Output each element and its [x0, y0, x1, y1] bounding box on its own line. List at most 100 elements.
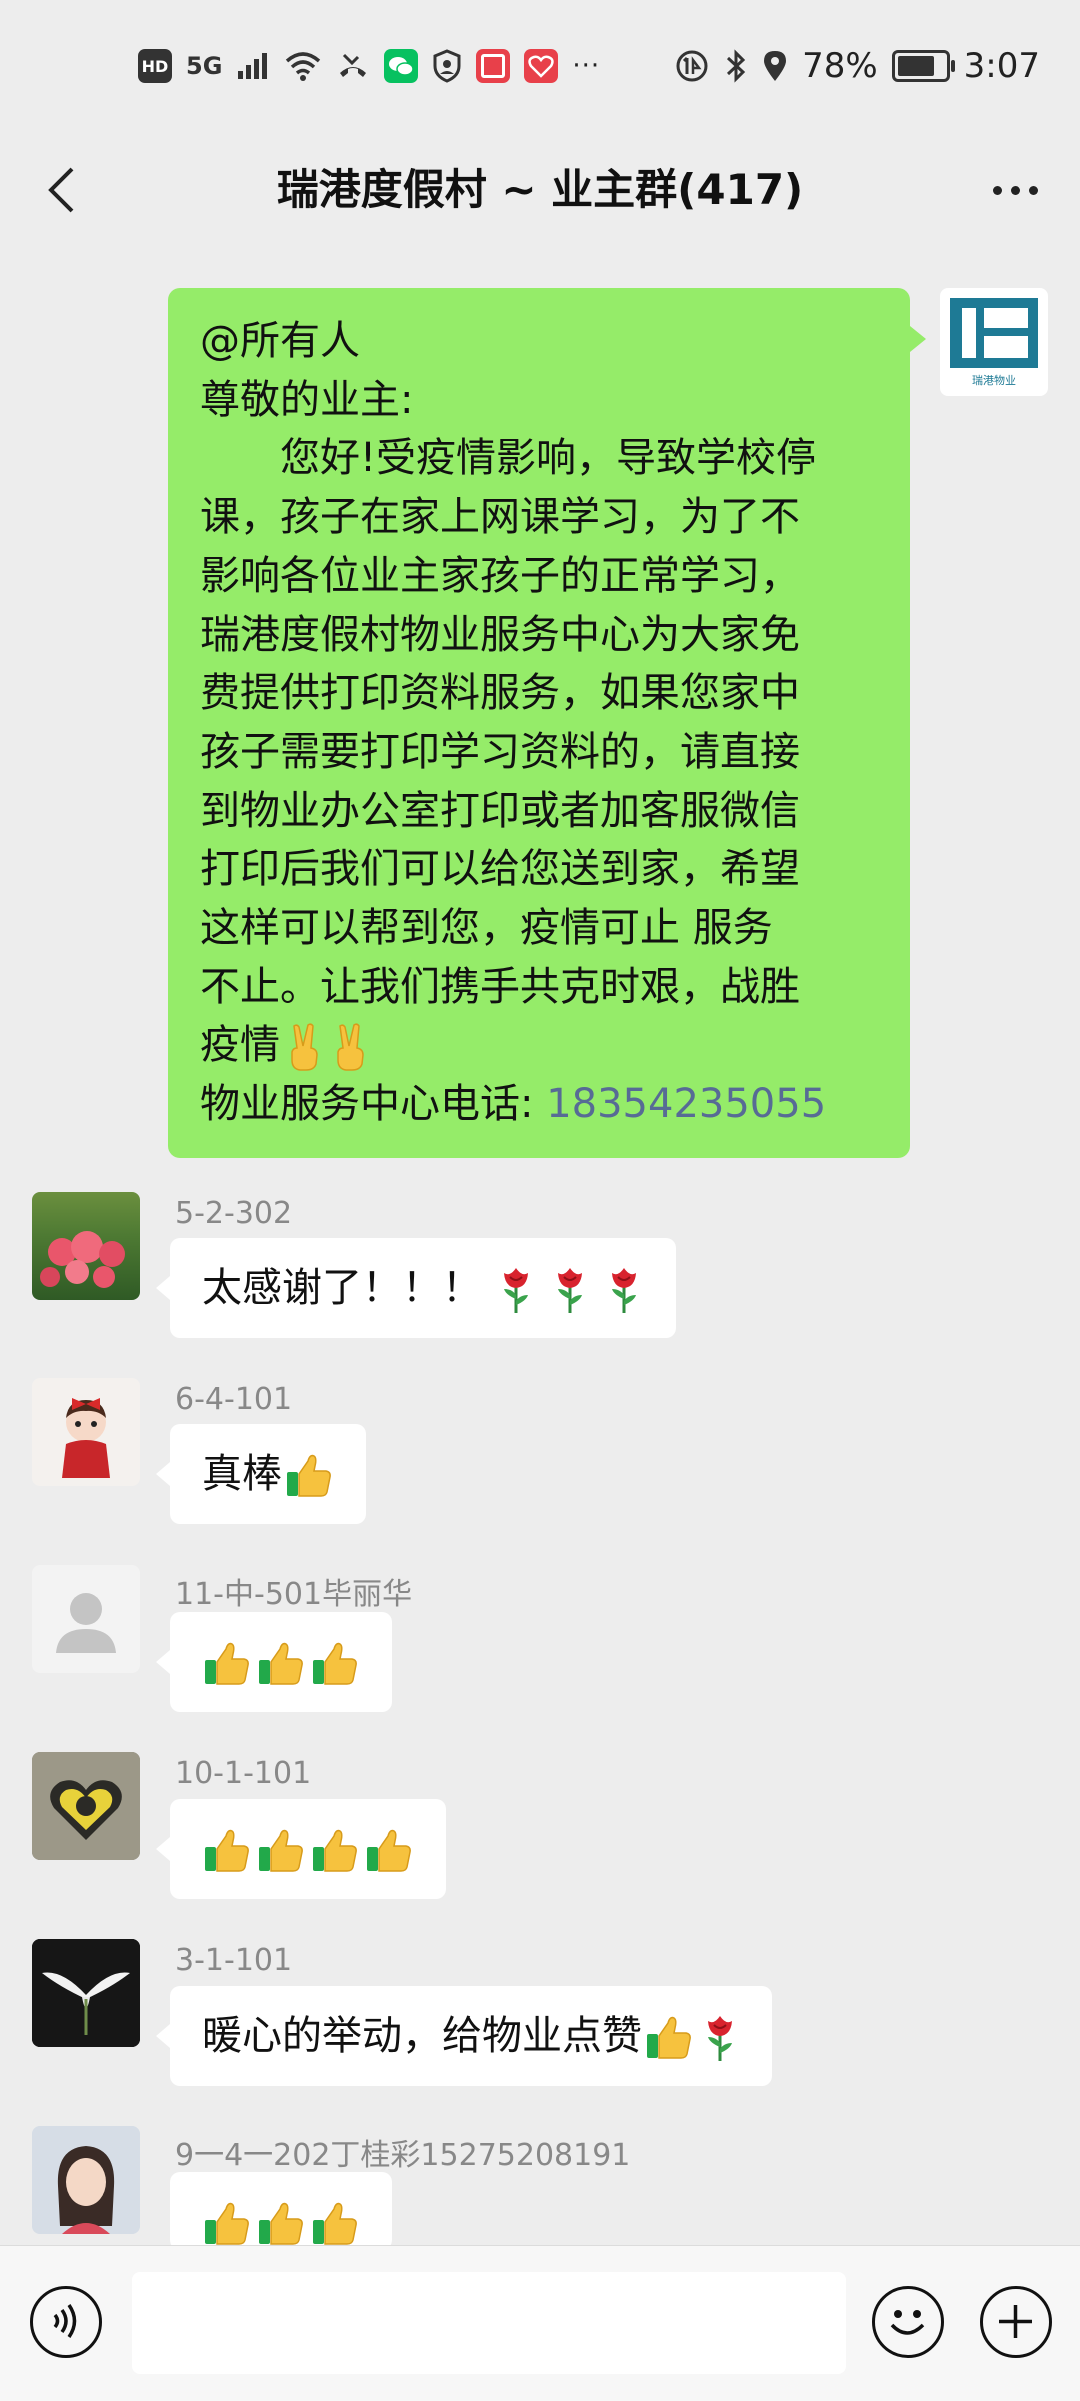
status-bar: HD 5G ··· 78% 3:07 — [0, 0, 1080, 135]
thumbs-up-icon — [256, 1826, 306, 1876]
heart-badge-photo — [32, 1752, 140, 1860]
sender-name: 9一4一202丁桂彩15275208191 — [175, 2138, 631, 2173]
message-bubble[interactable] — [156, 1612, 392, 1712]
location-icon — [764, 51, 787, 81]
message-text: 真棒 — [202, 1451, 282, 1497]
sender-name: 3-1-101 — [175, 1943, 293, 1978]
message-bubble[interactable] — [156, 1799, 446, 1899]
missed-call-icon — [340, 53, 367, 77]
thumbs-up-icon — [644, 2013, 694, 2063]
add-icon — [999, 2305, 1032, 2338]
announcement-line: 打印后我们可以给您送到家，希望 — [200, 846, 800, 893]
wechat-icon — [384, 49, 419, 83]
rose-icon — [700, 2013, 740, 2063]
data-saver-icon — [676, 50, 708, 82]
avatar-11-zhong-501[interactable] — [32, 1565, 140, 1673]
thumbs-up-icon — [256, 2199, 306, 2249]
avatar-caption: 瑞港物业 — [972, 374, 1016, 387]
default-avatar-icon — [56, 1593, 116, 1653]
announcement-line: 不止。让我们携手共克时艰，战胜 — [200, 963, 800, 1010]
announcement-line: 到物业办公室打印或者加客服微信 — [200, 787, 800, 834]
message-text: 暖心的举动，给物业点赞 — [202, 2013, 642, 2059]
announcement-line: 课，孩子在家上网课学习，为了不 — [200, 494, 800, 541]
announcement-phone-line: 物业服务中心电话: 18354235055 — [200, 1075, 878, 1134]
network-type-label: 5G — [186, 52, 223, 80]
flower-photo — [40, 1231, 125, 1288]
sender-name: 6-4-101 — [175, 1382, 293, 1417]
emoji-button[interactable] — [872, 2286, 944, 2358]
announcement-line-last: 疫情 — [200, 1016, 878, 1075]
shield-icon — [433, 49, 461, 83]
message-text: 太感谢了！！！ — [202, 1265, 482, 1311]
input-bar — [0, 2245, 1080, 2401]
avatar-10-1-101[interactable] — [32, 1752, 140, 1860]
message-bubble[interactable]: 暖心的举动，给物业点赞 — [156, 1986, 772, 2086]
avatar-5-2-302[interactable] — [32, 1192, 140, 1300]
thumbs-up-icon — [202, 2199, 252, 2249]
more-button[interactable] — [980, 155, 1050, 225]
battery-percent: 78% — [802, 46, 878, 86]
signal-icon — [238, 53, 268, 79]
rose-icon — [604, 1265, 644, 1315]
announcement-line: @所有人 — [200, 318, 360, 364]
emoji-icon — [890, 2310, 925, 2335]
announcement-line: 瑞港度假村物业服务中心为大家免 — [200, 611, 800, 658]
thumbs-up-icon — [310, 1826, 360, 1876]
thumbs-up-icon — [364, 1826, 414, 1876]
hd-icon: HD — [138, 49, 172, 83]
status-bar-right: 78% 3:07 — [674, 44, 1040, 88]
rose-icon — [550, 1265, 590, 1315]
announcement-line: 影响各位业主家孩子的正常学习， — [200, 552, 800, 599]
announcement-line: 这样可以帮到您，疫情可止 服务 — [200, 905, 773, 952]
message-bubble[interactable]: 太感谢了！！！ — [156, 1238, 676, 1338]
white-flower-photo — [32, 1939, 140, 2047]
clock: 3:07 — [963, 46, 1040, 86]
announcement-line: 您好!受疫情影响，导致学校停 — [200, 435, 817, 482]
sender-name: 11-中-501毕丽华 — [175, 1577, 413, 1612]
more-icon-dot — [1010, 185, 1020, 195]
doll-picture — [62, 1398, 110, 1478]
more-icon-dot — [1028, 185, 1038, 195]
announcement-line: 孩子需要打印学习资料的，请直接 — [200, 728, 800, 775]
avatar-9-4-202[interactable] — [32, 2126, 140, 2234]
thumbs-up-icon — [256, 1639, 306, 1689]
status-bar-left: HD 5G ··· — [138, 44, 600, 88]
victory-hand-icon — [330, 1022, 370, 1072]
announcement-line: 尊敬的业主: — [200, 376, 414, 423]
announcement-bubble[interactable]: @所有人 尊敬的业主: 您好!受疫情影响，导致学校停 课，孩子在家上网课学习，为… — [168, 288, 926, 1158]
rose-icon — [496, 1265, 536, 1315]
victory-hand-icon — [284, 1022, 324, 1072]
sender-name: 5-2-302 — [175, 1196, 293, 1231]
thumbs-up-icon — [202, 1639, 252, 1689]
own-avatar[interactable]: 瑞港物业 — [940, 288, 1048, 396]
chat-header: 瑞港度假村 ~ 业主群(417) — [0, 135, 1080, 245]
phone-label: 物业服务中心电话: — [200, 1081, 534, 1128]
woman-portrait-photo — [32, 2126, 140, 2234]
add-button[interactable] — [980, 2286, 1052, 2358]
thumbs-up-icon — [202, 1826, 252, 1876]
avatar-6-4-101[interactable] — [32, 1378, 140, 1486]
thumbs-up-icon — [310, 1639, 360, 1689]
voice-button[interactable] — [30, 2286, 102, 2358]
more-notifications-icon: ··· — [572, 51, 601, 81]
app-red-icon — [476, 49, 511, 83]
wifi-icon — [286, 52, 321, 81]
voice-icon — [53, 2304, 77, 2338]
message-bubble[interactable]: 真棒 — [156, 1424, 366, 1524]
hd-label: HD — [141, 56, 169, 76]
sender-name: 10-1-101 — [175, 1756, 312, 1791]
avatar-logo — [950, 298, 1038, 368]
message-input[interactable] — [132, 2272, 846, 2374]
thumbs-up-icon — [284, 1451, 334, 1501]
thumbs-up-icon — [310, 2199, 360, 2249]
message-bubble[interactable] — [170, 2172, 392, 2250]
more-icon — [992, 185, 1002, 195]
announcement-text: 疫情 — [200, 1022, 280, 1069]
announcement-line: 费提供打印资料服务，如果您家中 — [200, 670, 800, 717]
phone-number-link[interactable]: 18354235055 — [546, 1081, 826, 1127]
avatar-3-1-101[interactable] — [32, 1939, 140, 2047]
app-pattern-icon — [524, 49, 559, 83]
chat-title: 瑞港度假村 ~ 业主群(417) — [276, 165, 804, 214]
battery-icon — [891, 50, 955, 82]
battery-level — [897, 56, 934, 76]
